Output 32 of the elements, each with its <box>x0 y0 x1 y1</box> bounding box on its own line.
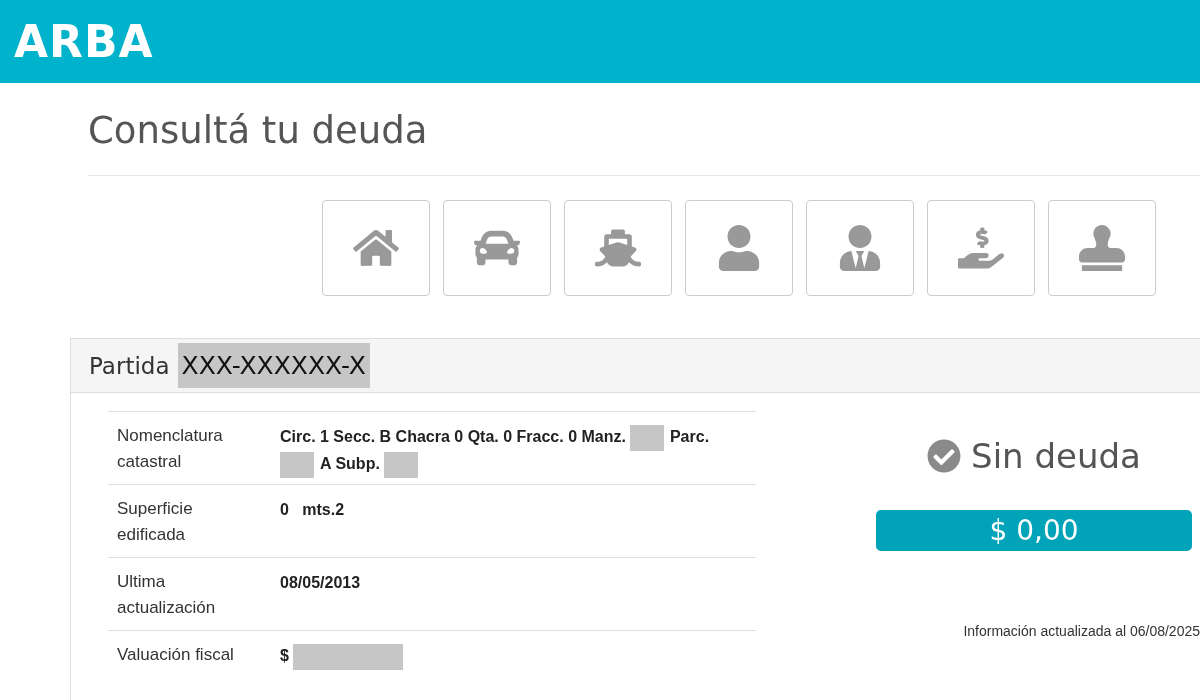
row-label: Superficie edificada <box>117 498 194 546</box>
check-icon <box>927 439 962 473</box>
page-title: Consultá tu deuda <box>87 108 429 154</box>
category-button[interactable] <box>564 200 672 296</box>
businessman-icon <box>837 225 883 271</box>
update-note: Información actualizada al 06/08/2025 <box>963 623 1200 639</box>
row-value: 0 mts.2 <box>280 501 345 518</box>
category-button[interactable] <box>806 200 914 296</box>
partida-label: Partida <box>89 352 170 379</box>
redaction-block <box>383 451 418 478</box>
category-button[interactable] <box>443 200 551 296</box>
category-button[interactable] <box>322 200 430 296</box>
row-value: A Subp. <box>320 454 380 472</box>
row-value: Parc. <box>669 428 710 445</box>
debt-amount: $ 0,00 <box>876 510 1192 551</box>
category-button[interactable] <box>685 200 793 296</box>
hand-dollar-icon <box>958 225 1004 271</box>
redaction-block <box>280 451 314 478</box>
category-button[interactable] <box>927 200 1035 296</box>
debt-status: Sin deuda <box>971 436 1141 476</box>
category-button[interactable] <box>1048 200 1156 296</box>
partida-number: XXX-XXXXXX-X <box>177 343 370 388</box>
stamp-icon <box>1079 225 1125 271</box>
row-label: Nomenclatura catastral <box>117 425 224 473</box>
row-value: 08/05/2013 <box>280 574 361 591</box>
logo: ARBA <box>14 16 154 67</box>
person-icon <box>716 225 762 271</box>
row-value: Circ. 1 Secc. B Chacra 0 Qta. 0 Fracc. 0 Manz. <box>280 428 626 445</box>
redaction-block <box>629 424 664 451</box>
row-label: Valuación fiscal <box>117 644 235 666</box>
row-label: Ultima actualización <box>117 571 217 619</box>
row-value: $ <box>280 647 289 664</box>
